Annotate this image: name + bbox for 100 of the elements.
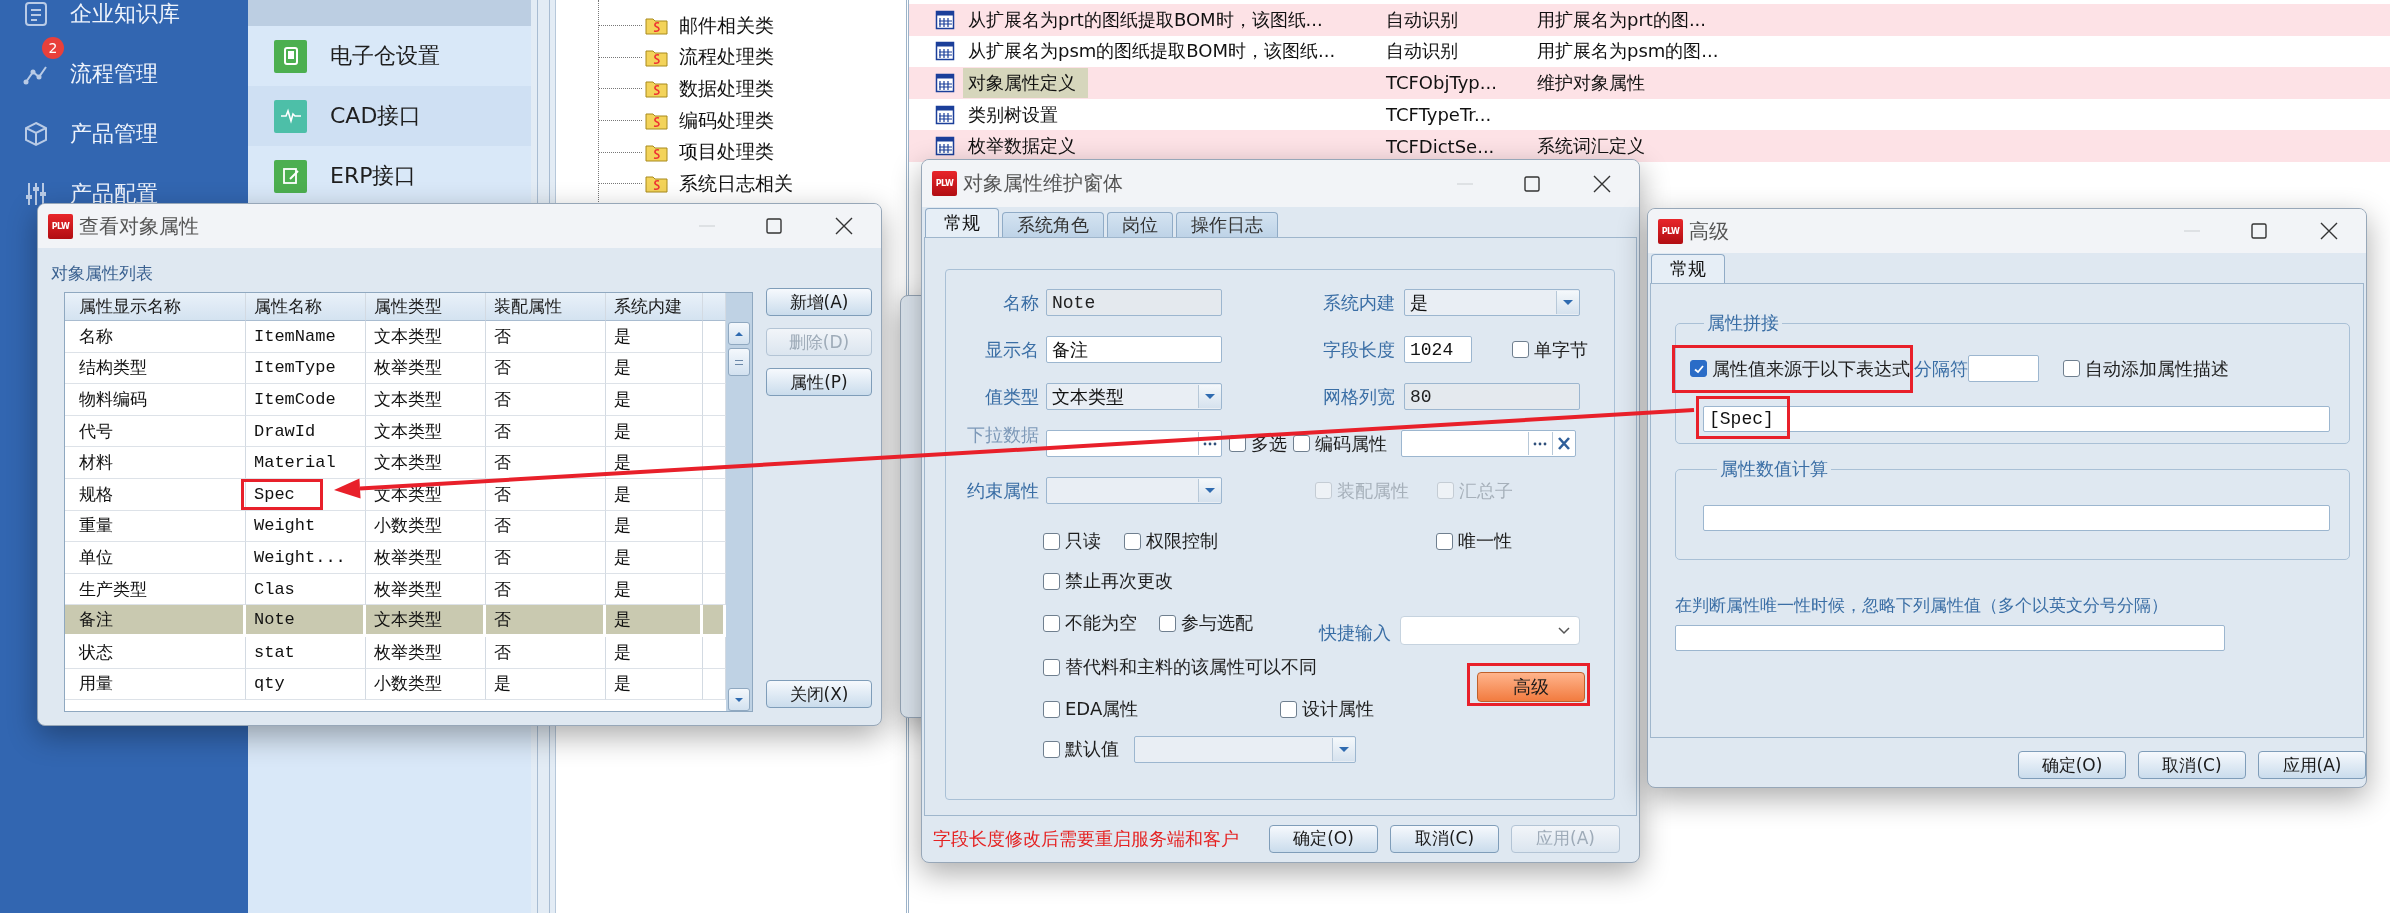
- scroll-down-button[interactable]: [728, 688, 750, 711]
- checkbox[interactable]: 权限控制: [1124, 529, 1218, 553]
- text-field[interactable]: 1024: [1404, 336, 1472, 363]
- menu-item[interactable]: 电子仓设置: [330, 41, 440, 71]
- checkbox[interactable]: 不能为空: [1043, 611, 1137, 635]
- button[interactable]: 属性(P): [766, 368, 872, 396]
- checkbox[interactable]: 编码属性: [1293, 431, 1387, 456]
- tree-item[interactable]: 数据处理类: [679, 76, 774, 102]
- tree-item[interactable]: 编码处理类: [679, 107, 774, 134]
- table-cell: 物料编码: [65, 384, 246, 416]
- checkbox[interactable]: 唯一性: [1436, 529, 1512, 553]
- checkbox[interactable]: 多选: [1229, 431, 1287, 456]
- app-logo: PLW: [48, 213, 73, 239]
- table-cell: 否: [486, 447, 606, 479]
- scrollbar-thumb[interactable]: [728, 348, 750, 376]
- list-row[interactable]: 枚举数据定义 TCFDictSe... 系统词汇定义: [909, 130, 2390, 162]
- text-field[interactable]: [1703, 505, 2330, 531]
- table-row[interactable]: 备注 Note 文本类型 否 是: [65, 605, 726, 637]
- table-cell: 名称: [65, 321, 246, 353]
- table-row[interactable]: 重量 Weight 小数类型 否 是: [65, 510, 726, 543]
- table-row[interactable]: 结构类型 ItemType 枚举类型 否 是: [65, 352, 726, 385]
- tree-item[interactable]: 系统日志相关: [679, 170, 793, 197]
- dropdown[interactable]: [1046, 477, 1222, 504]
- list-cell: 用扩展名为psm的图...: [1537, 39, 1719, 64]
- button[interactable]: 确定(O): [2018, 751, 2126, 779]
- checkbox[interactable]: 参与选配: [1159, 611, 1253, 635]
- menu-item[interactable]: 流程管理: [70, 59, 158, 89]
- table-cell: 否: [486, 542, 606, 574]
- checkbox[interactable]: 单字节: [1512, 337, 1588, 362]
- field-label: 快捷输入: [1319, 621, 1391, 645]
- tab[interactable]: 岗位: [1107, 212, 1173, 237]
- dropdown[interactable]: [1400, 616, 1580, 645]
- field-label: 下拉数据: [966, 425, 1039, 445]
- folder-icon: [645, 47, 668, 67]
- maximize-icon: [763, 215, 785, 237]
- button[interactable]: 取消(C): [2138, 751, 2246, 779]
- tab[interactable]: 常规: [1651, 254, 1725, 283]
- table-cell: 是: [606, 321, 703, 353]
- text-field[interactable]: [1675, 625, 2225, 651]
- table-row[interactable]: 用量 qty 小数类型 是 是: [65, 668, 726, 701]
- checkbox[interactable]: 禁止再次更改: [1043, 569, 1173, 593]
- checkbox[interactable]: 替代料和主料的该属性可以不同: [1043, 655, 1317, 679]
- warning-text: 字段长度修改后需要重启服务端和客户: [933, 826, 1239, 851]
- button[interactable]: 确定(O): [1269, 824, 1378, 853]
- table-cell: 是: [606, 668, 703, 701]
- scroll-up-button[interactable]: [728, 322, 750, 345]
- button[interactable]: 新增(A): [766, 288, 872, 316]
- tree-item[interactable]: 邮件相关类: [679, 12, 774, 39]
- close-icon: [2318, 220, 2340, 242]
- table-cell: 状态: [65, 636, 246, 669]
- text-field[interactable]: [1401, 430, 1576, 457]
- checkbox[interactable]: 设计属性: [1280, 697, 1374, 721]
- table-cell: Weight...: [246, 542, 366, 574]
- table-row[interactable]: 生产类型 Clas 枚举类型 否 是: [65, 573, 726, 606]
- table-row[interactable]: 材料 Material 文本类型 否 是: [65, 447, 726, 479]
- text-field[interactable]: [1968, 355, 2039, 382]
- section-label: 对象属性列表: [51, 262, 154, 284]
- app-logo: PLW: [1658, 218, 1683, 244]
- table-row[interactable]: 单位 Weight... 枚举类型 否 是: [65, 542, 726, 574]
- table-row[interactable]: 物料编码 ItemCode 文本类型 否 是: [65, 384, 726, 416]
- tree-item[interactable]: 项目处理类: [679, 139, 774, 166]
- table-cell: 否: [486, 321, 606, 353]
- table-row[interactable]: 代号 DrawId 文本类型 否 是: [65, 415, 726, 448]
- checkbox[interactable]: 只读: [1043, 529, 1101, 553]
- checkbox[interactable]: EDA属性: [1043, 697, 1139, 721]
- tab[interactable]: 系统角色: [1002, 212, 1104, 237]
- list-row[interactable]: 从扩展名为prt的图纸提取BOM时，该图纸... 自动识别 用扩展名为prt的图...: [909, 4, 2390, 36]
- button[interactable]: 关闭(X): [766, 680, 872, 708]
- table-cell: 否: [486, 384, 606, 416]
- list-cell-text: 自动识别: [1386, 39, 1459, 64]
- list-row[interactable]: 对象属性定义 TCFObjTyp... 维护对象属性: [909, 67, 2390, 99]
- table-row[interactable]: 状态 stat 枚举类型 否 是: [65, 636, 726, 669]
- tab[interactable]: 操作日志: [1176, 212, 1278, 237]
- folder-icon: [645, 174, 668, 194]
- dropdown[interactable]: 文本类型: [1046, 383, 1222, 410]
- menu-item[interactable]: CAD接口: [330, 101, 422, 131]
- table-cell: 用量: [65, 668, 246, 701]
- list-cell-text: 从扩展名为prt的图纸提取BOM时，该图纸...: [967, 7, 1324, 32]
- cube-icon: [22, 120, 50, 148]
- button[interactable]: 高级: [1477, 672, 1585, 702]
- checkbox[interactable]: 默认值: [1043, 737, 1119, 761]
- button[interactable]: 应用(A): [2258, 751, 2366, 779]
- menu-item[interactable]: 产品管理: [70, 119, 158, 149]
- dropdown[interactable]: 是: [1404, 289, 1580, 316]
- document-icon: [22, 0, 50, 28]
- menu-item[interactable]: ERP接口: [330, 161, 417, 191]
- field-label: 在判断属性唯一性时候，忽略下列属性值（多个以英文分号分隔）: [1675, 594, 2169, 617]
- tree-item[interactable]: 流程处理类: [679, 44, 774, 71]
- text-field[interactable]: [Spec]: [1703, 406, 2330, 432]
- table-row[interactable]: 名称 ItemName 文本类型 否 是: [65, 321, 726, 353]
- text-field[interactable]: 备注: [1046, 336, 1222, 363]
- menu-item[interactable]: 企业知识库: [70, 0, 180, 29]
- tab[interactable]: 常规: [925, 208, 999, 237]
- button[interactable]: 取消(C): [1390, 824, 1499, 853]
- table-cell: 是: [606, 605, 703, 637]
- list-cell: 维护对象属性: [1537, 71, 1645, 95]
- checkbox[interactable]: 属性值来源于以下表达式: [1690, 356, 1910, 381]
- table-cell: 否: [486, 605, 606, 637]
- checkbox[interactable]: 自动添加属性描述: [2063, 356, 2229, 381]
- dropdown[interactable]: [1134, 735, 1356, 763]
